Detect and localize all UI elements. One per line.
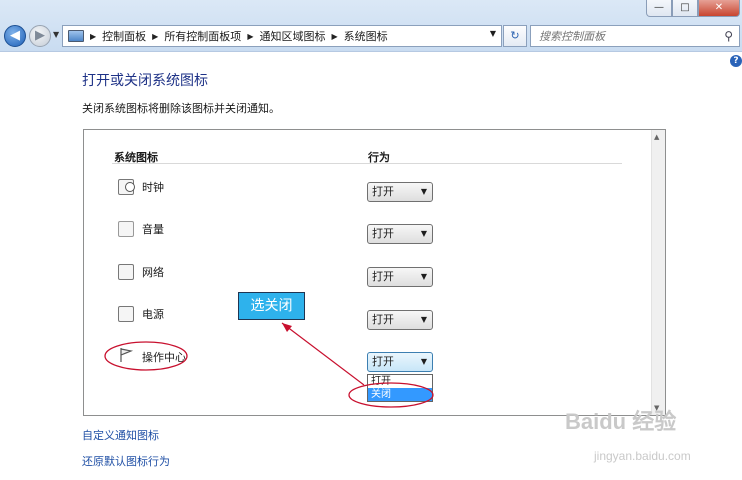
scroll-up-icon[interactable]: ▲ [654, 133, 659, 141]
chevron-down-icon: ▼ [420, 357, 427, 366]
action-center-behavior-select[interactable]: 打开 ▼ [367, 352, 433, 372]
dropdown-option-off[interactable]: 关闭 [368, 388, 432, 401]
select-value: 打开 [372, 270, 394, 283]
chevron-right-icon[interactable]: ▶ [331, 32, 337, 41]
scrollbar[interactable]: ▲ ▼ [651, 130, 665, 415]
watermark-logo: Baidu 经验 [565, 409, 677, 434]
page-description: 关闭系统图标将删除该图标并关闭通知。 [82, 102, 280, 115]
chevron-right-icon[interactable]: ▶ [247, 32, 253, 41]
volume-behavior-select[interactable]: 打开 ▼ [367, 224, 433, 244]
breadcrumb-control-panel[interactable]: 控制面板 [102, 28, 146, 44]
forward-button[interactable]: ▶ [29, 25, 51, 47]
refresh-button[interactable]: ↻ [503, 25, 527, 47]
recent-pages-dropdown[interactable]: ▼ [53, 30, 59, 39]
volume-icon [118, 221, 134, 237]
row-label-network: 网络 [142, 266, 164, 279]
address-dropdown-icon[interactable]: ▼ [490, 29, 496, 38]
search-input[interactable] [539, 29, 709, 43]
search-icon[interactable]: ⚲ [724, 29, 733, 43]
breadcrumb-all-items[interactable]: 所有控制面板项 [164, 28, 241, 44]
select-value: 打开 [372, 227, 394, 240]
back-button[interactable]: ◀ [4, 25, 26, 47]
minimize-button[interactable]: — [646, 0, 672, 17]
select-value: 打开 [372, 313, 394, 326]
power-behavior-select[interactable]: 打开 ▼ [367, 310, 433, 330]
search-box[interactable]: ⚲ [530, 25, 740, 47]
chevron-down-icon: ▼ [420, 187, 427, 196]
restore-default-behavior-link[interactable]: 还原默认图标行为 [82, 453, 170, 469]
chevron-right-icon[interactable]: ▶ [152, 32, 158, 41]
select-value: 打开 [372, 185, 394, 198]
customize-notification-icons-link[interactable]: 自定义通知图标 [82, 427, 159, 443]
behavior-dropdown-list[interactable]: 打开 关闭 [367, 374, 433, 402]
system-icons-panel: 系统图标 行为 时钟 打开 ▼ 音量 打开 ▼ 网络 打开 ▼ 电源 打开 ▼ [83, 129, 666, 416]
watermark-url: jingyan.baidu.com [594, 449, 691, 463]
control-panel-icon [68, 30, 84, 42]
close-button[interactable]: ✕ [698, 0, 740, 17]
page-title: 打开或关闭系统图标 [82, 73, 208, 89]
row-label-power: 电源 [142, 308, 164, 321]
chevron-right-icon[interactable]: ▶ [90, 32, 96, 41]
row-label-clock: 时钟 [142, 181, 164, 194]
network-icon [118, 264, 134, 280]
breadcrumb-system-icons[interactable]: 系统图标 [344, 28, 388, 44]
power-icon [118, 306, 134, 322]
header-divider [112, 163, 622, 164]
window-controls: — □ ✕ [646, 0, 740, 17]
select-value: 打开 [372, 355, 394, 368]
annotation-callout: 选关闭 [238, 292, 305, 320]
chevron-down-icon: ▼ [420, 229, 427, 238]
network-behavior-select[interactable]: 打开 ▼ [367, 267, 433, 287]
clock-behavior-select[interactable]: 打开 ▼ [367, 182, 433, 202]
maximize-button[interactable]: □ [672, 0, 698, 17]
flag-icon [118, 347, 134, 363]
breadcrumb-notification-icons[interactable]: 通知区域图标 [259, 28, 325, 44]
chevron-down-icon: ▼ [420, 315, 427, 324]
chevron-down-icon: ▼ [420, 272, 427, 281]
clock-icon [118, 179, 135, 195]
dropdown-option-on[interactable]: 打开 [368, 375, 432, 388]
title-bar: — □ ✕ ◀ ▶ ▼ ▶ 控制面板 ▶ 所有控制面板项 ▶ 通知区域图标 ▶ … [0, 0, 742, 52]
row-label-action-center: 操作中心 [142, 351, 186, 364]
help-icon[interactable]: ? [730, 55, 742, 67]
row-label-volume: 音量 [142, 223, 164, 236]
address-bar[interactable]: ▶ 控制面板 ▶ 所有控制面板项 ▶ 通知区域图标 ▶ 系统图标 ▼ [62, 25, 502, 47]
